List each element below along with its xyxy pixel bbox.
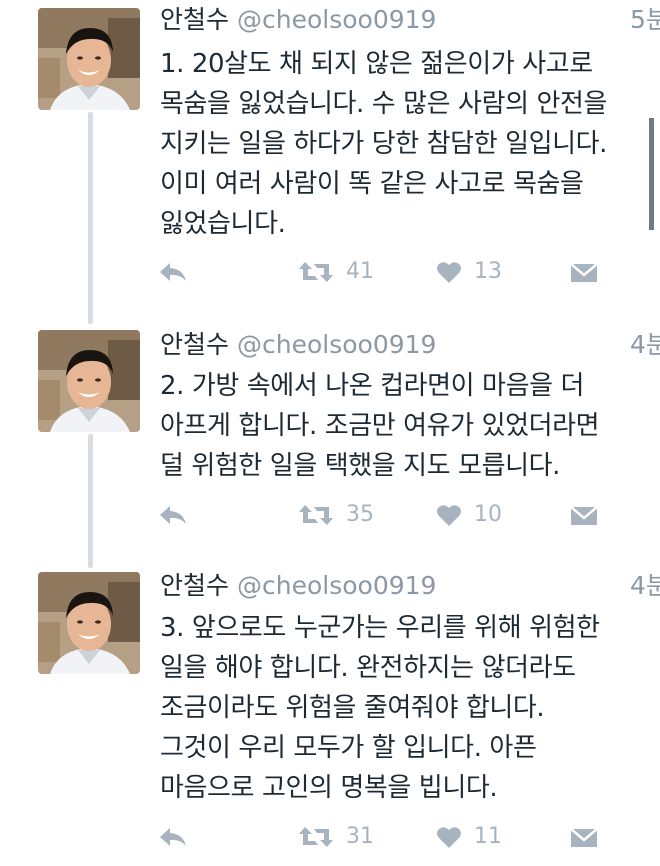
- tweet-header: 안철수 @cheolsoo0919: [160, 4, 436, 36]
- direct-message-icon: [570, 825, 598, 849]
- tweet-actions: 41 13: [158, 257, 608, 287]
- retweet-icon: [298, 825, 334, 849]
- avatar[interactable]: [38, 572, 140, 674]
- retweet-count: 31: [346, 824, 374, 849]
- thread-connector-line: [88, 112, 93, 324]
- heart-icon: [436, 260, 462, 284]
- like-button[interactable]: 10: [436, 500, 502, 530]
- tweet-actions: 35 10: [158, 500, 608, 530]
- tweet-text-line: 일을 해야 합니다. 완전하지는 않더라도: [160, 653, 576, 683]
- thread-connector-line: [88, 434, 93, 568]
- direct-message-button[interactable]: [570, 500, 598, 530]
- avatar[interactable]: [38, 330, 140, 432]
- author-name[interactable]: 안철수: [160, 5, 229, 34]
- retweet-button[interactable]: 41: [298, 257, 374, 287]
- tweet-text-line: 목숨을 잃었습니다. 수 많은 사람의 안전을: [160, 89, 608, 119]
- tweet-actions: 31 11: [158, 822, 608, 852]
- retweet-button[interactable]: 35: [298, 500, 374, 530]
- tweet-text-line: 아프게 합니다. 조금만 여유가 있었더라면: [160, 411, 600, 441]
- tweet-timestamp[interactable]: 4분: [630, 329, 660, 361]
- tweet-text-line: 2. 가방 속에서 나온 컵라면이 마음을 더: [160, 371, 584, 401]
- heart-icon: [436, 825, 462, 849]
- tweet-text-line: 마음으로 고인의 명복을 빕니다.: [160, 773, 498, 803]
- tweet-text-line: 덜 위험한 일을 택했을 지도 모릅니다.: [160, 451, 560, 481]
- reply-button[interactable]: [158, 257, 188, 287]
- tweet-text-line: 그것이 우리 모두가 할 입니다. 아픈: [160, 733, 537, 763]
- tweet-text-line: 지키는 일을 하다가 당한 참담한 일입니다.: [160, 129, 608, 159]
- direct-message-icon: [570, 503, 598, 527]
- tweet-timestamp[interactable]: 4분: [630, 570, 660, 602]
- tweet-header: 안철수 @cheolsoo0919: [160, 570, 436, 602]
- retweet-icon: [298, 503, 334, 527]
- direct-message-button[interactable]: [570, 257, 598, 287]
- tweet-text-line: 이미 여러 사람이 똑 같은 사고로 목숨을: [160, 169, 584, 199]
- tweet-header: 안철수 @cheolsoo0919: [160, 329, 436, 361]
- retweet-button[interactable]: 31: [298, 822, 374, 852]
- reply-button[interactable]: [158, 500, 188, 530]
- heart-icon: [436, 503, 462, 527]
- tweet-timestamp[interactable]: 5분: [630, 4, 660, 36]
- reply-button[interactable]: [158, 822, 188, 852]
- tweet-text: 1. 20살도 채 되지 않은 젊은이가 사고로 목숨을 잃었습니다. 수 많은…: [160, 44, 660, 244]
- like-count: 10: [474, 502, 502, 527]
- tweet-text-line: 3. 앞으로도 누군가는 우리를 위해 위험한: [160, 613, 600, 643]
- reply-icon: [158, 503, 188, 527]
- tweet-text: 2. 가방 속에서 나온 컵라면이 마음을 더 아프게 합니다. 조금만 여유가…: [160, 366, 660, 486]
- retweet-icon: [298, 260, 334, 284]
- author-name[interactable]: 안철수: [160, 330, 229, 359]
- retweet-count: 35: [346, 502, 374, 527]
- tweet-text-line: 1. 20살도 채 되지 않은 젊은이가 사고로: [160, 49, 593, 79]
- author-handle[interactable]: @cheolsoo0919: [237, 571, 436, 600]
- tweet-text-line: 조금이라도 위험을 줄여줘야 합니다.: [160, 693, 545, 723]
- direct-message-icon: [570, 260, 598, 284]
- author-name[interactable]: 안철수: [160, 571, 229, 600]
- like-count: 11: [474, 824, 502, 849]
- like-count: 13: [474, 259, 502, 284]
- author-handle[interactable]: @cheolsoo0919: [237, 330, 436, 359]
- reply-icon: [158, 825, 188, 849]
- avatar[interactable]: [38, 8, 140, 110]
- author-handle[interactable]: @cheolsoo0919: [237, 5, 436, 34]
- reply-icon: [158, 260, 188, 284]
- retweet-count: 41: [346, 259, 374, 284]
- like-button[interactable]: 13: [436, 257, 502, 287]
- direct-message-button[interactable]: [570, 822, 598, 852]
- tweet-text: 3. 앞으로도 누군가는 우리를 위해 위험한 일을 해야 합니다. 완전하지는…: [160, 608, 660, 808]
- like-button[interactable]: 11: [436, 822, 502, 852]
- tweet-text-line: 잃었습니다.: [160, 209, 286, 239]
